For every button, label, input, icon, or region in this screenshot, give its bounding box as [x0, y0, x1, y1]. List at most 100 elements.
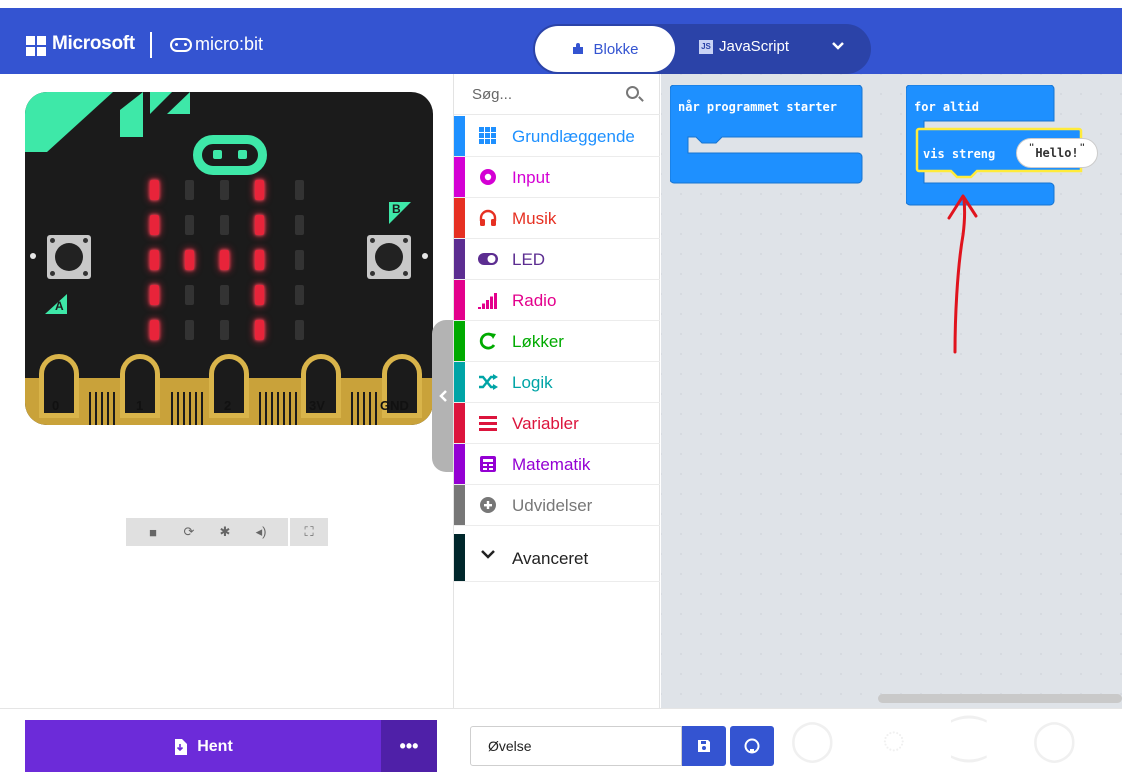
edge-stripe: [189, 392, 191, 425]
category-løkker[interactable]: Løkker: [454, 321, 660, 362]
input-circle-icon: [478, 167, 498, 187]
led-1-4: [295, 215, 304, 235]
category-color-bar: [454, 362, 465, 402]
microsoft-logo-icon[interactable]: [26, 36, 46, 56]
category-color-bar: [454, 321, 465, 361]
led-1-1: [185, 215, 194, 235]
category-color-bar: [454, 157, 465, 197]
side-dot: [30, 253, 36, 259]
project-name-input[interactable]: [470, 726, 682, 766]
save-button[interactable]: [682, 726, 726, 766]
edge-stripe: [295, 392, 297, 425]
category-color-bar: [454, 239, 465, 279]
category-grundlæggende[interactable]: Grundlæggende: [454, 116, 660, 157]
download-button[interactable]: Hent: [25, 720, 381, 772]
led-0-0: [150, 180, 159, 200]
button-b-cap: [375, 243, 403, 271]
led-3-3: [255, 285, 264, 305]
workspace-horizontal-scrollbar[interactable]: [878, 694, 1122, 703]
button-b[interactable]: [367, 235, 411, 279]
led-1-2: [220, 215, 229, 235]
string-value-input[interactable]: " Hello! ": [1016, 138, 1098, 168]
search-input[interactable]: [472, 86, 622, 103]
quote-close-icon: ": [1079, 143, 1086, 153]
blocks-workspace[interactable]: når programmet starter for altid vis str…: [661, 74, 1122, 708]
microbit-simulator[interactable]: A B 0 1 2 3V GND: [25, 92, 433, 425]
edge-stripe: [113, 392, 115, 425]
category-musik[interactable]: Musik: [454, 198, 660, 239]
stop-icon[interactable]: ■: [135, 525, 171, 540]
side-dot: [422, 253, 428, 259]
tab-javascript[interactable]: JS JavaScript: [699, 38, 789, 55]
github-button[interactable]: [730, 726, 774, 766]
signal-bars-icon: [478, 290, 498, 310]
led-2-0: [150, 250, 159, 270]
pin-label: GND: [380, 398, 409, 413]
tab-blocks[interactable]: Blokke: [535, 26, 675, 72]
pin-label: 1: [136, 398, 144, 413]
led-2-4: [295, 250, 304, 270]
category-led[interactable]: LED: [454, 239, 660, 280]
category-udvidelser[interactable]: Udvidelser: [454, 485, 660, 526]
category-label: Matematik: [512, 455, 591, 474]
board-corner-decoration: [25, 92, 190, 152]
search-icon[interactable]: [626, 86, 639, 99]
edge-stripe: [171, 392, 173, 425]
toolbox: Grundlæggende Input Musik LED Radio Løkker Log…: [453, 74, 660, 708]
category-label: Variabler: [512, 414, 579, 433]
edge-stripe: [271, 392, 273, 425]
category-label: Radio: [512, 291, 557, 310]
brand-text[interactable]: Microsoft: [52, 33, 135, 55]
pin-label: 2: [224, 398, 232, 413]
quote-open-icon: ": [1028, 143, 1035, 153]
product-text[interactable]: micro:bit: [195, 34, 263, 55]
header-divider: [150, 32, 152, 58]
collapse-simulator-button[interactable]: [432, 320, 454, 472]
download-icon: [175, 738, 188, 755]
category-input[interactable]: Input: [454, 157, 660, 198]
category-color-bar: [454, 198, 465, 238]
led-4-1: [185, 320, 194, 340]
more-options-button[interactable]: •••: [381, 720, 437, 772]
category-label: Udvidelser: [512, 496, 593, 515]
category-color-bar: [454, 280, 465, 320]
top-strip: [0, 0, 1122, 8]
chevron-down-icon: [832, 42, 844, 50]
category-label: LED: [512, 250, 546, 269]
category-advanced[interactable]: Avanceret: [454, 534, 660, 582]
microbit-face-logo[interactable]: [193, 135, 267, 175]
edge-stripe: [375, 392, 377, 425]
edge-stripe: [177, 392, 179, 425]
download-label: Hent: [197, 737, 233, 755]
forever-label: for altid: [914, 100, 980, 114]
footer-decoration: ◯ ◌ ⁐ ◯ ◹: [790, 718, 1122, 762]
toggle-icon: [478, 249, 498, 269]
simulator-controls: ■ ⟳ ✱ ◂): [126, 518, 288, 546]
category-variabler[interactable]: Variabler: [454, 403, 660, 444]
microbit-logo-icon[interactable]: [170, 38, 192, 52]
led-0-1: [185, 180, 194, 200]
mute-icon[interactable]: ◂): [243, 524, 279, 540]
category-color-bar: [454, 444, 465, 484]
button-a-cap: [55, 243, 83, 271]
edge-stripe: [95, 392, 97, 425]
language-dropdown[interactable]: [831, 38, 845, 56]
fullscreen-button[interactable]: ⛶: [290, 518, 328, 546]
pin-label: 0: [52, 398, 60, 413]
led-0-3: [255, 180, 264, 200]
category-logik[interactable]: Logik: [454, 362, 660, 403]
category-radio[interactable]: Radio: [454, 280, 660, 321]
category-advanced-label: Avanceret: [512, 549, 589, 568]
button-a[interactable]: [47, 235, 91, 279]
puzzle-icon: [573, 43, 584, 54]
category-color-bar: [454, 403, 465, 443]
debug-icon[interactable]: ✱: [207, 524, 243, 540]
led-4-2: [220, 320, 229, 340]
category-matematik[interactable]: Matematik: [454, 444, 660, 485]
calculator-icon: [478, 454, 498, 474]
edge-stripe: [351, 392, 353, 425]
restart-icon[interactable]: ⟳: [171, 524, 207, 540]
led-4-0: [150, 320, 159, 340]
category-label: Løkker: [512, 332, 564, 351]
pin-label: 3V: [309, 398, 325, 413]
